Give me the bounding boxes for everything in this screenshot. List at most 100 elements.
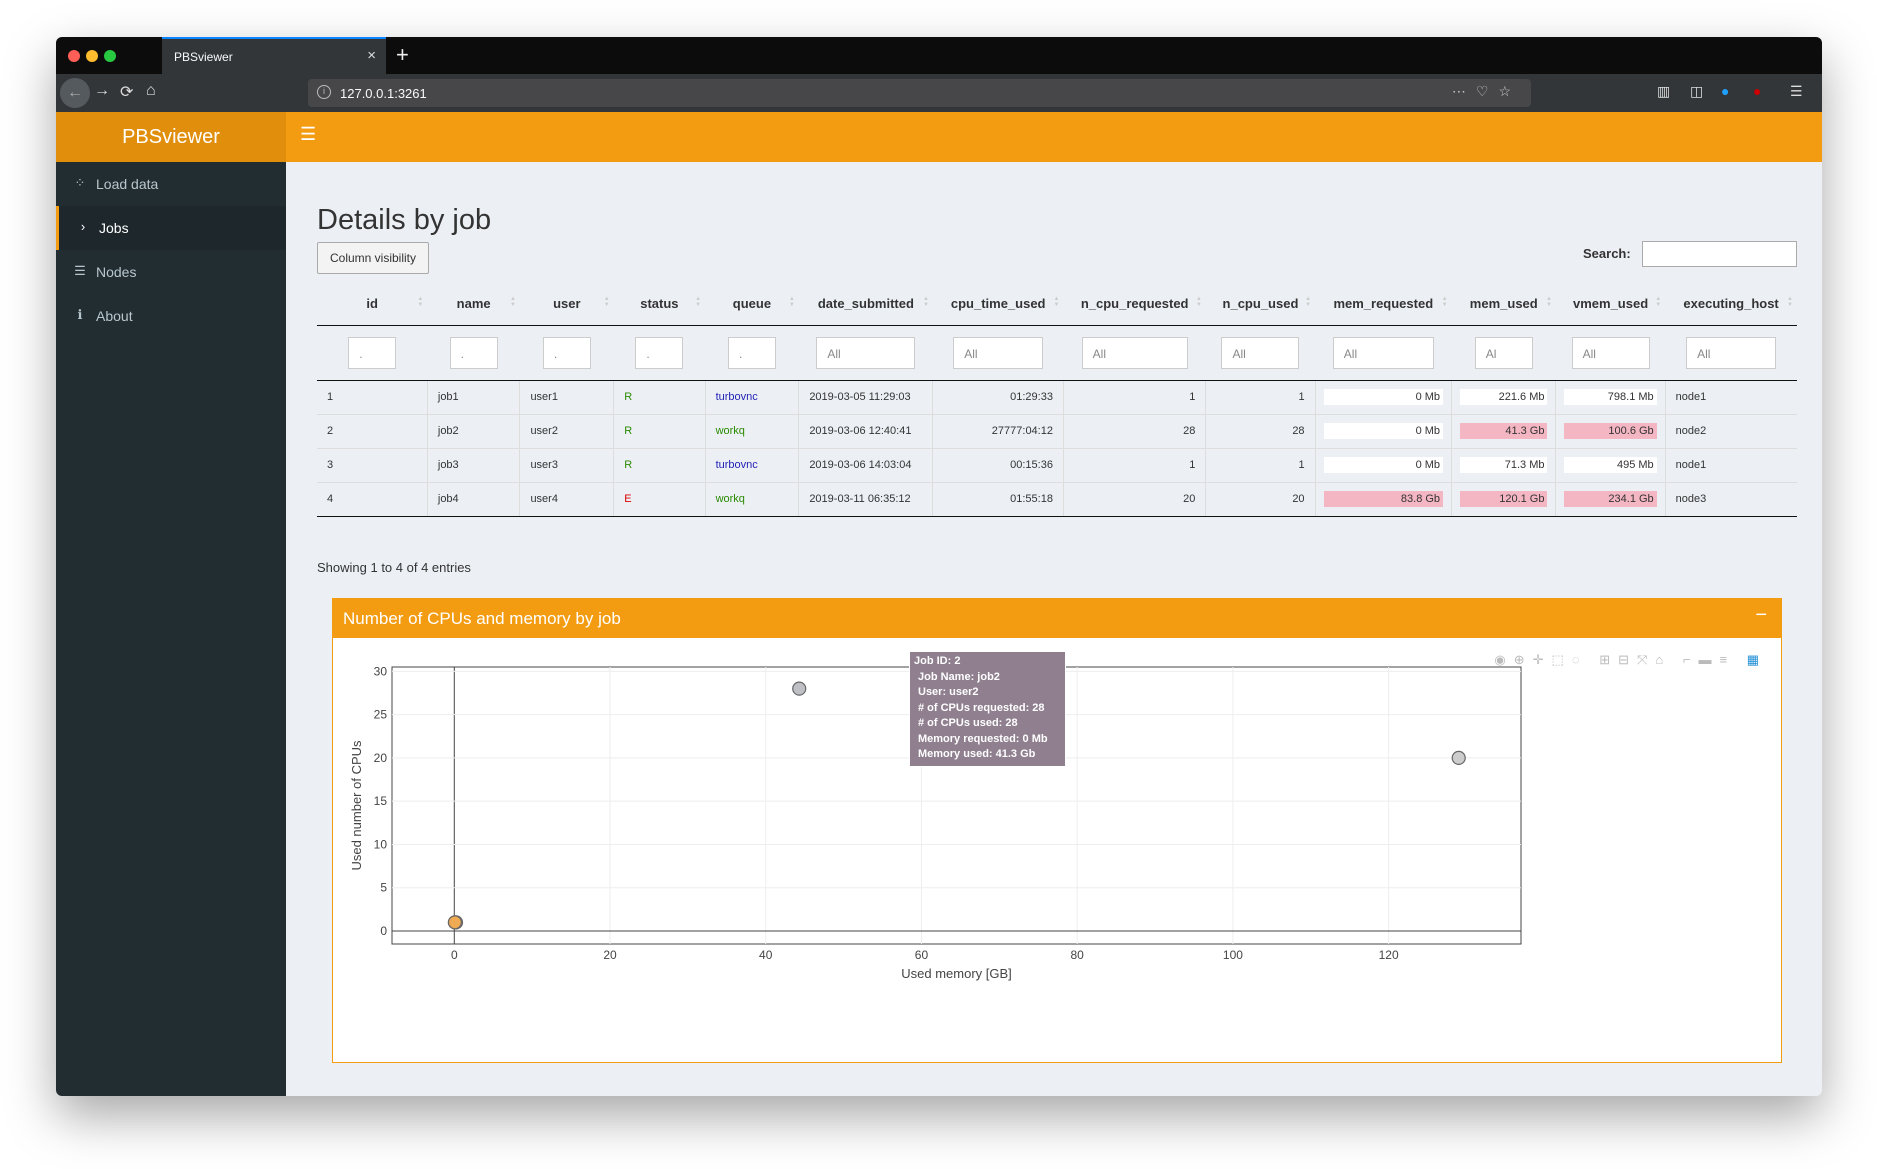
column-header-executing_host[interactable]: executing_host ▲▼ — [1665, 283, 1797, 326]
sort-icon[interactable]: ▲▼ — [695, 296, 701, 308]
app-logo[interactable]: PBSviewer — [56, 112, 286, 162]
tab-close-icon[interactable]: × — [367, 47, 376, 64]
new-tab-button[interactable]: + — [396, 42, 409, 68]
sort-icon[interactable]: ▲▼ — [1442, 296, 1448, 308]
lasso-icon[interactable]: ◌ — [1572, 652, 1588, 667]
column-filter-input[interactable]: . — [449, 336, 498, 369]
page-actions-icon[interactable]: ⋯♡☆ — [1452, 83, 1521, 100]
column-filter-input[interactable]: All — [816, 336, 916, 369]
sort-icon[interactable]: ▲▼ — [1546, 296, 1552, 308]
plotly-logo-icon[interactable]: ▦ — [1747, 652, 1767, 667]
sort-icon[interactable]: ▲▼ — [923, 296, 929, 308]
table-row[interactable]: 1 job1 user1 Rturbovnc 2019-03-05 11:29:03 01… — [317, 380, 1797, 415]
sort-icon[interactable]: ▲▼ — [789, 296, 795, 308]
extension-icon[interactable]: ● — [1721, 83, 1729, 99]
table-cell: 1 — [1063, 380, 1207, 415]
pan-icon[interactable]: ✛ — [1533, 652, 1552, 667]
library-icon[interactable]: ▥ — [1657, 83, 1670, 100]
back-button[interactable]: ← — [60, 78, 90, 108]
cell-value: node2 — [1675, 425, 1707, 437]
minimize-window-button[interactable] — [86, 50, 98, 62]
column-filter-input[interactable]: All — [1571, 336, 1650, 369]
menu-icon[interactable]: ☰ — [1790, 83, 1803, 100]
column-filter-input[interactable]: All — [1686, 336, 1777, 369]
table-row[interactable]: 4 job4 user4 Eworkq 2019-03-11 06:35:12 01:55… — [317, 482, 1797, 517]
sidebar-toggle-icon[interactable]: ☰ — [300, 124, 316, 145]
zoom-out-icon[interactable]: ⊟ — [1618, 652, 1637, 667]
tab-title: PBSviewer — [174, 50, 233, 64]
column-header-user[interactable]: user ▲▼ — [519, 283, 614, 326]
y-tick-label: 0 — [380, 924, 387, 938]
forward-icon[interactable]: → — [94, 82, 110, 100]
cell-value: workq — [715, 425, 745, 437]
home-icon[interactable]: ⌂ — [146, 82, 156, 100]
hover-closest-icon[interactable]: ▬ — [1698, 652, 1719, 667]
url-text[interactable]: 127.0.0.1:3261 — [340, 86, 427, 101]
hover-compare-icon[interactable]: ≡ — [1719, 652, 1735, 667]
column-header-name[interactable]: name ▲▼ — [427, 283, 520, 326]
table-row[interactable]: 3 job3 user3 Rturbovnc 2019-03-06 14:03:04 00… — [317, 448, 1797, 483]
column-header-date_submitted[interactable]: date_submitted ▲▼ — [798, 283, 933, 326]
sort-icon[interactable]: ▲▼ — [1053, 296, 1059, 308]
column-header-n_cpu_requested[interactable]: n_cpu_requested ▲▼ — [1063, 283, 1206, 326]
table-row[interactable]: 2 job2 user2 Rworkq 2019-03-06 12:40:41 27777… — [317, 414, 1797, 449]
search-input[interactable] — [1642, 241, 1797, 267]
sort-icon[interactable]: ▲▼ — [1655, 296, 1661, 308]
column-filter-input[interactable]: . — [348, 336, 397, 369]
table-cell: R — [613, 448, 706, 483]
column-header-status[interactable]: status ▲▼ — [613, 283, 706, 326]
column-filter-input[interactable]: All — [1221, 336, 1300, 369]
sort-icon[interactable]: ▲▼ — [604, 296, 610, 308]
autoscale-icon[interactable]: ⤧ — [1637, 652, 1655, 667]
browser-tab[interactable]: PBSviewer × — [162, 37, 386, 74]
sort-icon[interactable]: ▲▼ — [1787, 296, 1793, 308]
column-filter-input[interactable]: All — [1332, 336, 1434, 369]
column-header-id[interactable]: id ▲▼ — [317, 283, 428, 326]
zoom-in-icon[interactable]: ⊞ — [1599, 652, 1618, 667]
camera-icon[interactable]: ◉ — [1494, 652, 1513, 667]
collapse-button[interactable]: − — [1755, 604, 1767, 627]
x-tick-label: 0 — [451, 948, 458, 962]
address-bar[interactable]: i 127.0.0.1:3261 ⋯♡☆ — [308, 79, 1531, 107]
ublock-icon[interactable]: ● — [1753, 83, 1761, 99]
zoom-icon[interactable]: ⊕ — [1514, 652, 1533, 667]
column-filter-input[interactable]: Al — [1474, 336, 1533, 369]
column-header-vmem_used[interactable]: vmem_used ▲▼ — [1555, 283, 1666, 326]
column-filter-input[interactable]: All — [1081, 336, 1188, 369]
reset-axes-icon[interactable]: ⌂ — [1655, 652, 1671, 667]
y-tick-label: 15 — [374, 794, 388, 808]
sort-icon[interactable]: ▲▼ — [1196, 296, 1202, 308]
column-filter-input[interactable]: All — [953, 336, 1044, 369]
sidebar-item-load-data[interactable]: ⁘ Load data — [56, 162, 286, 206]
column-header-cpu_time_used[interactable]: cpu_time_used ▲▼ — [932, 283, 1064, 326]
info-icon[interactable]: i — [317, 85, 331, 99]
column-filter-input[interactable]: . — [635, 336, 684, 369]
column-header-queue[interactable]: queue ▲▼ — [705, 283, 799, 326]
sort-icon[interactable]: ▲▼ — [1305, 296, 1311, 308]
close-window-button[interactable] — [68, 50, 80, 62]
x-tick-label: 100 — [1223, 948, 1243, 962]
reload-icon[interactable]: ⟳ — [120, 82, 133, 102]
cell-value: 798.1 Mb — [1564, 389, 1657, 405]
cell-value: 20 — [1183, 493, 1196, 505]
spike-lines-icon[interactable]: ⌐ — [1683, 652, 1699, 667]
column-header-mem_requested[interactable]: mem_requested ▲▼ — [1315, 283, 1452, 326]
column-header-n_cpu_used[interactable]: n_cpu_used ▲▼ — [1205, 283, 1316, 326]
box-select-icon[interactable]: ⬚ — [1552, 652, 1572, 667]
sort-icon[interactable]: ▲▼ — [417, 296, 423, 308]
cell-value: 1 — [1298, 459, 1305, 471]
column-visibility-button[interactable]: Column visibility — [317, 242, 429, 274]
column-header-mem_used[interactable]: mem_used ▲▼ — [1451, 283, 1556, 326]
tooltip-line: Job ID: 2 — [914, 655, 961, 667]
sidebar-item-about[interactable]: ℹ About — [56, 294, 286, 338]
column-filter-input[interactable]: . — [542, 336, 591, 369]
plot-modebar[interactable]: ◉⊕✛⬚◌ ⊞⊟⤧⌂ ⌐▬≡ ▦ — [1494, 652, 1767, 668]
column-filter-input[interactable]: . — [727, 336, 776, 369]
sidebar-item-nodes[interactable]: ☰ Nodes — [56, 250, 286, 294]
cell-value: node1 — [1675, 391, 1707, 403]
sort-icon[interactable]: ▲▼ — [510, 296, 516, 308]
sidebar-item-jobs[interactable]: › Jobs — [56, 206, 286, 250]
sidebar-item-label: Nodes — [96, 264, 137, 280]
sidebar-icon[interactable]: ◫ — [1690, 83, 1703, 100]
maximize-window-button[interactable] — [104, 50, 116, 62]
